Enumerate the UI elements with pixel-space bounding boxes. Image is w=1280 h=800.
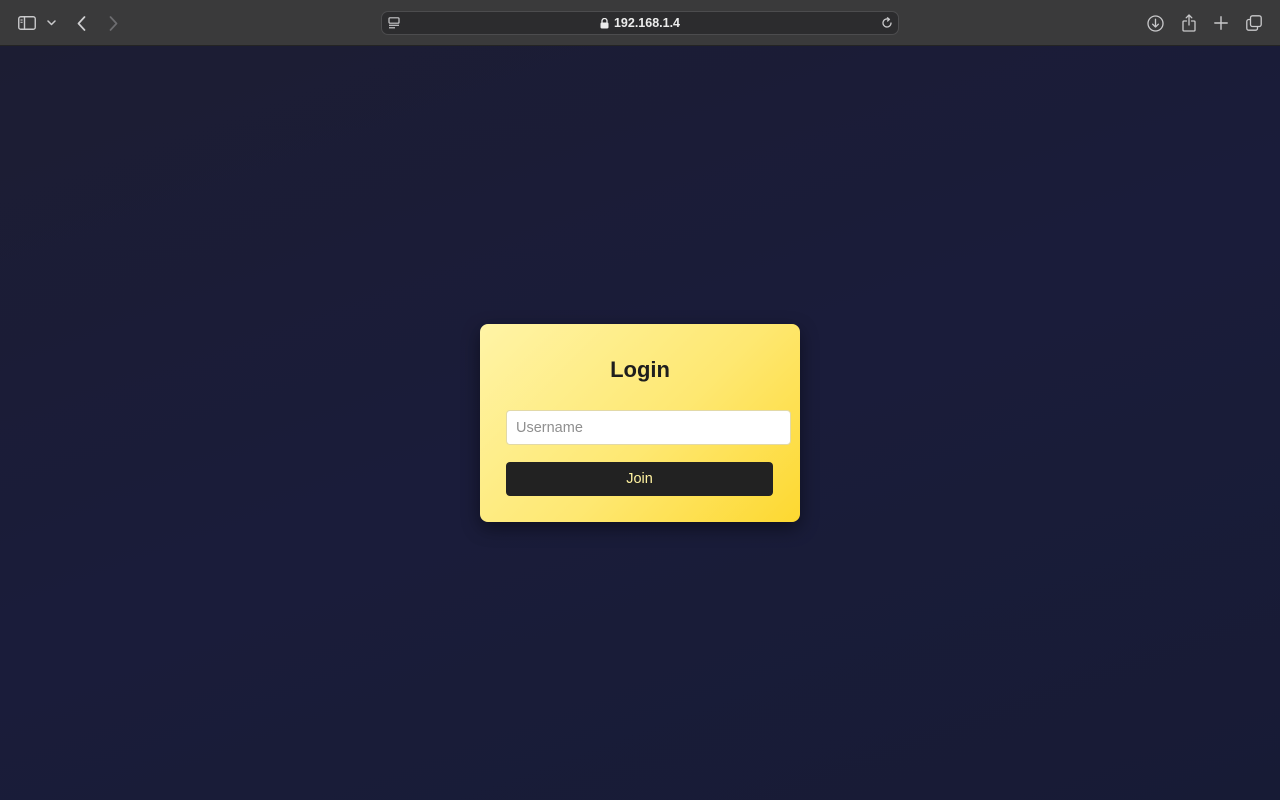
sidebar-icon[interactable] <box>17 14 37 32</box>
lock-icon <box>600 17 609 29</box>
chevron-down-icon[interactable] <box>44 17 58 29</box>
plus-icon[interactable] <box>1211 13 1231 33</box>
browser-toolbar: 192.168.1.4 <box>0 0 1280 46</box>
download-icon[interactable] <box>1145 13 1165 33</box>
login-card: Login Join <box>480 324 800 522</box>
chevron-right-icon[interactable] <box>104 13 122 33</box>
login-title: Login <box>610 357 670 382</box>
share-icon[interactable] <box>1179 12 1199 34</box>
chevron-left-icon[interactable] <box>72 13 90 33</box>
url-text: 192.168.1.4 <box>613 16 681 30</box>
page-content: Login Join <box>0 46 1280 800</box>
join-button[interactable]: Join <box>506 462 773 496</box>
tabs-overview-icon[interactable] <box>1244 13 1264 33</box>
reload-icon[interactable] <box>880 16 894 30</box>
username-input[interactable] <box>506 410 791 445</box>
address-bar[interactable]: 192.168.1.4 <box>381 11 899 35</box>
